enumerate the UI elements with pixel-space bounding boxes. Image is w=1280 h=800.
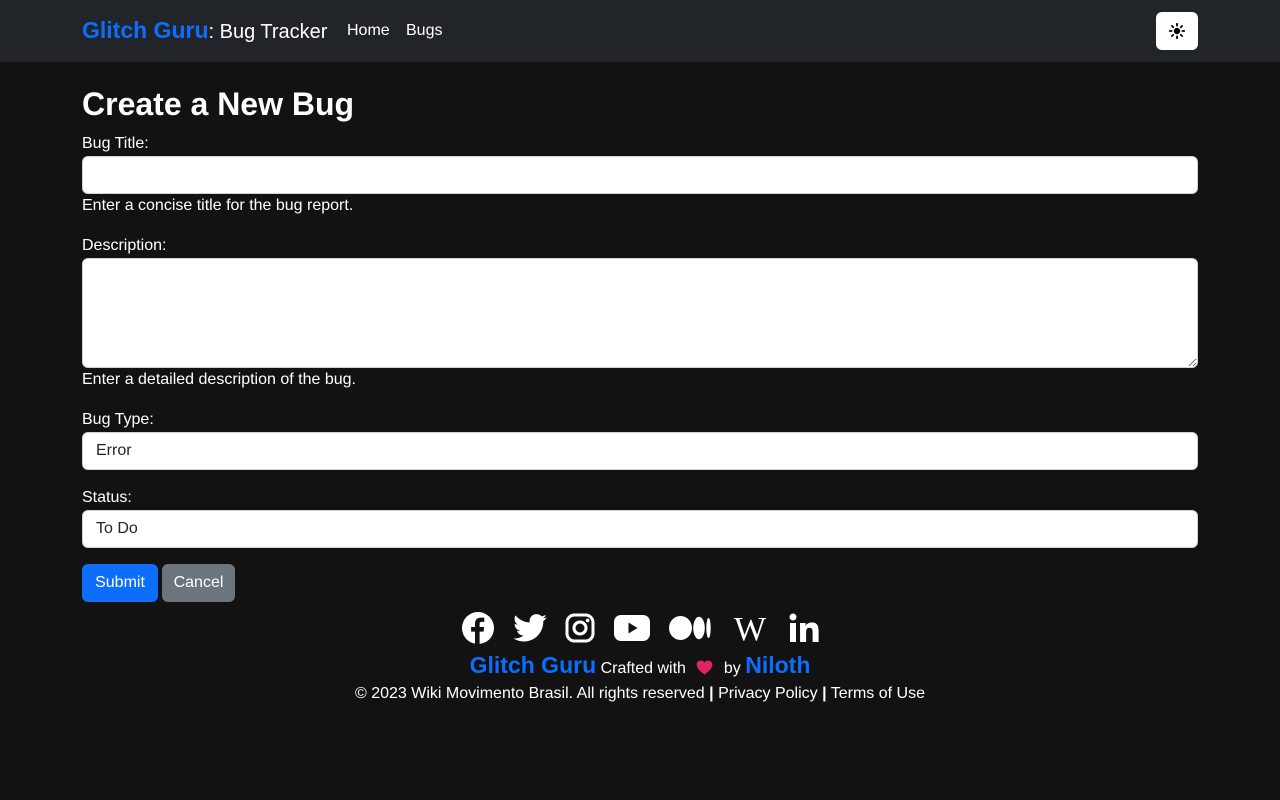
description-label: Description: bbox=[82, 237, 167, 254]
by-text: by bbox=[723, 660, 741, 677]
twitter-icon[interactable] bbox=[512, 611, 548, 645]
submit-button[interactable]: Submit bbox=[82, 564, 158, 602]
theme-toggle-button[interactable] bbox=[1156, 12, 1198, 50]
description-help: Enter a detailed description of the bug. bbox=[82, 371, 356, 388]
status-label: Status: bbox=[82, 489, 132, 506]
bug-title-help: Enter a concise title for the bug report… bbox=[82, 197, 354, 214]
nav-link-home[interactable]: Home bbox=[347, 22, 390, 40]
author-link[interactable]: Niloth bbox=[745, 652, 810, 678]
privacy-policy-link[interactable]: Privacy Policy bbox=[718, 685, 818, 702]
status-selected: To Do bbox=[96, 520, 138, 537]
bug-type-label: Bug Type: bbox=[82, 411, 154, 428]
medium-icon[interactable] bbox=[668, 611, 712, 645]
nav-link-bugs[interactable]: Bugs bbox=[406, 22, 442, 40]
heart-icon bbox=[696, 660, 713, 680]
footer-brand-link[interactable]: Glitch Guru bbox=[470, 652, 597, 678]
bug-type-selected: Error bbox=[96, 442, 132, 459]
page-title: Create a New Bug bbox=[82, 86, 355, 122]
bug-type-select[interactable]: Error bbox=[82, 432, 1198, 470]
separator: | bbox=[709, 685, 714, 702]
copyright-text: © 2023 Wiki Movimento Brasil. All rights… bbox=[355, 685, 705, 702]
navbar: Glitch Guru: Bug Tracker Home Bugs bbox=[0, 0, 1280, 62]
youtube-icon[interactable] bbox=[613, 611, 651, 645]
sun-icon bbox=[1169, 23, 1185, 39]
instagram-icon[interactable] bbox=[564, 611, 596, 645]
linkedin-icon[interactable] bbox=[788, 611, 820, 645]
bug-title-label: Bug Title: bbox=[82, 135, 149, 152]
footer-crafted-line: Glitch Guru Crafted with by Niloth bbox=[0, 652, 1280, 680]
bug-title-input[interactable] bbox=[82, 156, 1198, 194]
crafted-text: Crafted with bbox=[600, 660, 686, 677]
brand-name: Glitch Guru bbox=[82, 17, 209, 43]
brand-suffix: : Bug Tracker bbox=[208, 21, 328, 43]
separator: | bbox=[822, 685, 827, 702]
svg-text:W: W bbox=[734, 613, 767, 643]
wikipedia-icon[interactable]: W bbox=[729, 611, 771, 645]
facebook-icon[interactable] bbox=[461, 611, 495, 645]
status-select[interactable]: To Do bbox=[82, 510, 1198, 548]
description-textarea[interactable] bbox=[82, 258, 1198, 368]
footer-copyright-line: © 2023 Wiki Movimento Brasil. All rights… bbox=[0, 685, 1280, 703]
terms-of-use-link[interactable]: Terms of Use bbox=[831, 685, 925, 702]
brand-link[interactable]: Glitch Guru: Bug Tracker bbox=[82, 17, 327, 44]
cancel-button[interactable]: Cancel bbox=[162, 564, 235, 602]
